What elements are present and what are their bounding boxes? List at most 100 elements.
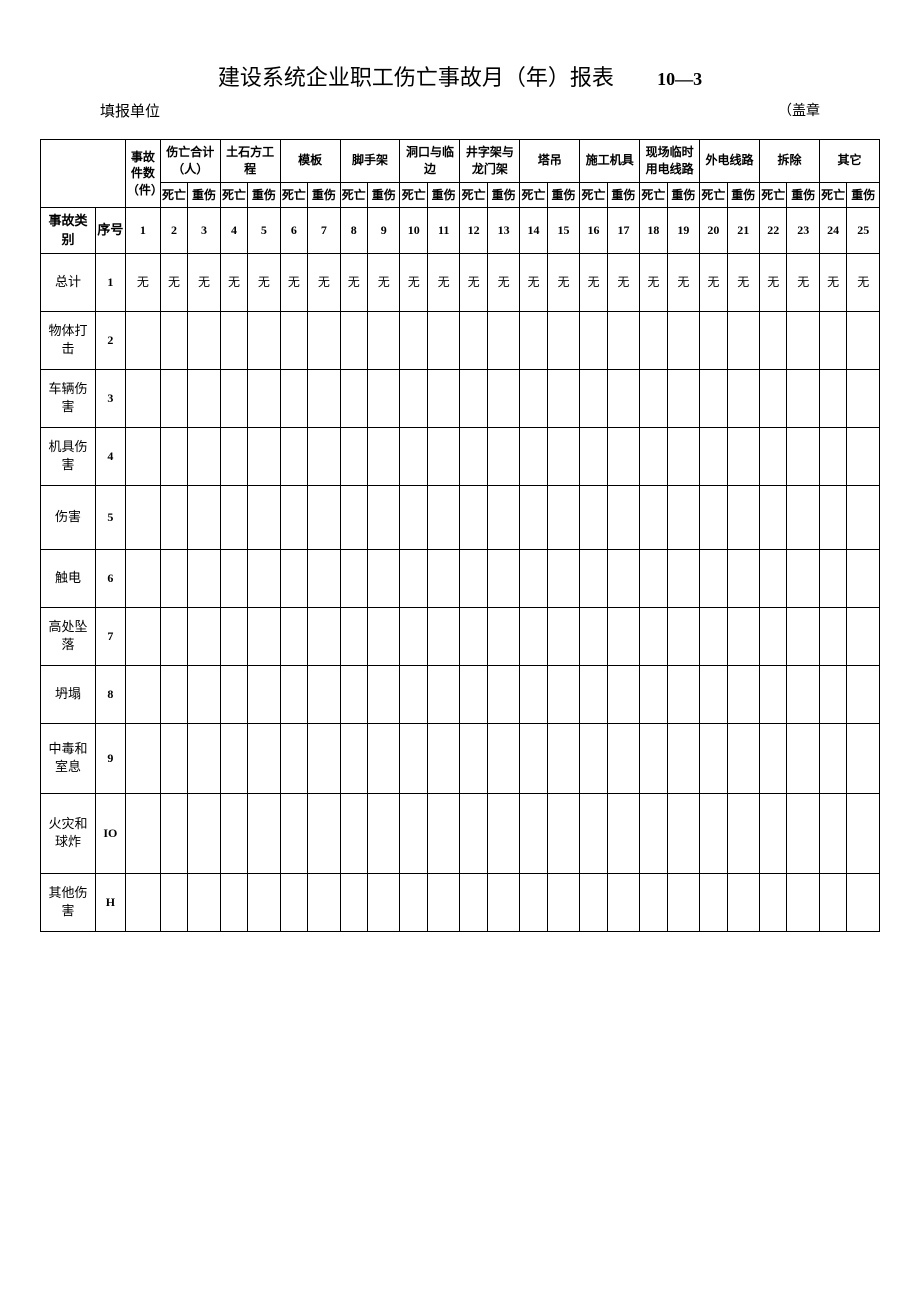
data-cell: [667, 665, 699, 723]
data-cell: 无: [667, 253, 699, 311]
data-cell: [160, 793, 187, 873]
data-cell: [847, 485, 880, 549]
data-cell: [487, 311, 519, 369]
data-cell: [400, 549, 427, 607]
sub-death: 死亡: [580, 182, 607, 208]
data-cell: [547, 665, 579, 723]
row-seq: 7: [95, 607, 125, 665]
seq-label: 序号: [95, 208, 125, 253]
data-cell: [607, 723, 639, 793]
data-cell: [460, 549, 487, 607]
row-seq: 1: [95, 253, 125, 311]
data-cell: [760, 723, 787, 793]
data-cell: [787, 607, 819, 665]
data-cell: [340, 793, 367, 873]
data-cell: 无: [248, 253, 280, 311]
data-cell: [220, 873, 247, 931]
data-cell: [640, 873, 667, 931]
data-cell: 无: [640, 253, 667, 311]
data-cell: [819, 369, 846, 427]
grp-total: 伤亡合计（人）: [160, 140, 220, 183]
colnum: 13: [487, 208, 519, 253]
data-cell: [547, 549, 579, 607]
data-cell: [787, 549, 819, 607]
data-cell: [819, 723, 846, 793]
data-cell: [580, 427, 607, 485]
data-cell: [547, 311, 579, 369]
data-cell: [847, 607, 880, 665]
data-cell: [520, 549, 547, 607]
data-cell: [667, 607, 699, 665]
data-cell: [280, 311, 307, 369]
data-cell: [607, 549, 639, 607]
colnum: 12: [460, 208, 487, 253]
data-cell: [368, 607, 400, 665]
header-row-2: 死亡重伤 死亡重伤 死亡重伤 死亡重伤 死亡重伤 死亡重伤 死亡重伤 死亡重伤 …: [41, 182, 880, 208]
data-cell: [308, 793, 340, 873]
table-row: 车辆伤害3: [41, 369, 880, 427]
data-cell: [188, 607, 220, 665]
row-seq: 4: [95, 427, 125, 485]
colnum: 21: [727, 208, 759, 253]
colnum: 8: [340, 208, 367, 253]
data-cell: [727, 607, 759, 665]
data-cell: [547, 723, 579, 793]
data-cell: [368, 369, 400, 427]
data-cell: [368, 665, 400, 723]
unit-label: 填报单位: [100, 100, 160, 121]
sub-injury: 重伤: [308, 182, 340, 208]
data-cell: [580, 311, 607, 369]
data-cell: [547, 369, 579, 427]
data-cell: 无: [787, 253, 819, 311]
data-cell: [248, 665, 280, 723]
table-body: 总计1无无无无无无无无无无无无无无无无无无无无无无无无无物体打击2车辆伤害3机具…: [41, 253, 880, 931]
data-cell: [819, 549, 846, 607]
data-cell: [220, 369, 247, 427]
data-cell: [847, 369, 880, 427]
data-cell: [520, 311, 547, 369]
data-cell: [760, 793, 787, 873]
data-cell: [308, 427, 340, 485]
data-cell: [847, 311, 880, 369]
data-cell: [547, 427, 579, 485]
data-cell: [220, 665, 247, 723]
row-label: 车辆伤害: [41, 369, 96, 427]
data-cell: [125, 549, 160, 607]
data-cell: [520, 793, 547, 873]
data-cell: [700, 311, 727, 369]
data-cell: [427, 665, 459, 723]
data-cell: [460, 485, 487, 549]
colnum: 3: [188, 208, 220, 253]
data-cell: [640, 485, 667, 549]
data-cell: [520, 369, 547, 427]
data-cell: [487, 607, 519, 665]
colnum: 9: [368, 208, 400, 253]
colnum: 10: [400, 208, 427, 253]
data-cell: [520, 607, 547, 665]
sub-injury: 重伤: [188, 182, 220, 208]
data-cell: [700, 607, 727, 665]
sub-injury: 重伤: [607, 182, 639, 208]
report-subheader: 填报单位 （盖章: [40, 100, 880, 121]
data-cell: [819, 665, 846, 723]
data-cell: [220, 793, 247, 873]
data-cell: [547, 793, 579, 873]
data-cell: [308, 723, 340, 793]
data-cell: [427, 311, 459, 369]
data-cell: [160, 485, 187, 549]
data-cell: [520, 873, 547, 931]
colnum: 22: [760, 208, 787, 253]
accident-table: 事故件数（件） 伤亡合计（人） 土石方工程 模板 脚手架 洞口与临边 井字架与龙…: [40, 139, 880, 932]
table-row: 坍塌8: [41, 665, 880, 723]
row-label: 坍塌: [41, 665, 96, 723]
data-cell: [160, 665, 187, 723]
data-cell: [427, 485, 459, 549]
grp-ext-power: 外电线路: [700, 140, 760, 183]
data-cell: [520, 723, 547, 793]
report-code: 10—3: [657, 69, 702, 89]
data-cell: [520, 485, 547, 549]
data-cell: [819, 485, 846, 549]
data-cell: [248, 793, 280, 873]
data-cell: [460, 607, 487, 665]
data-cell: [640, 311, 667, 369]
